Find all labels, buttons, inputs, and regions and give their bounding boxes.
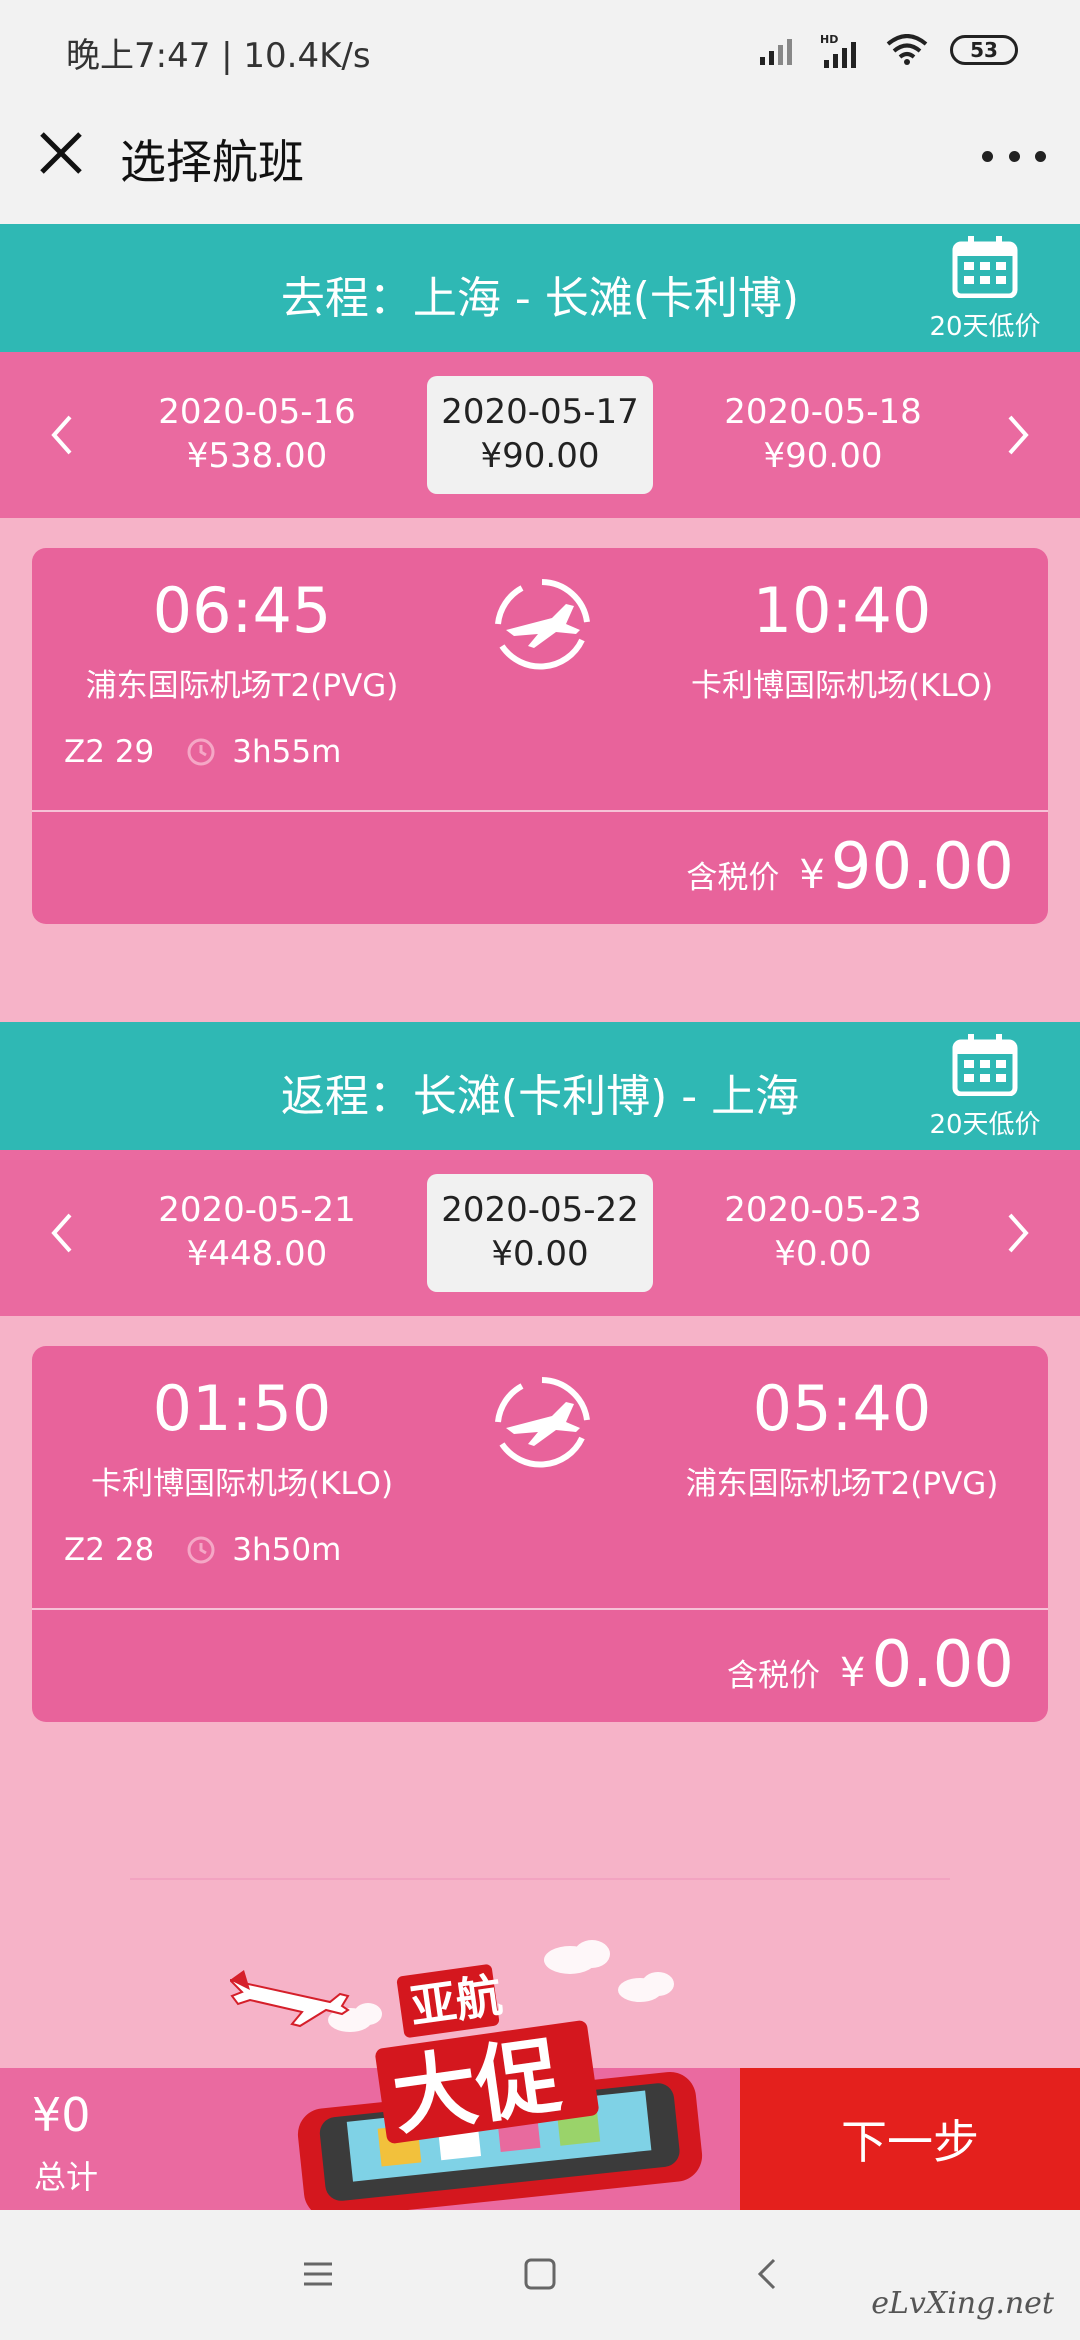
flight-meta: Z2 29 3h55m [64,734,341,770]
battery-level: 53 [970,38,998,62]
divider [32,810,1048,812]
status-time-speed: 晚上7:47 | 10.4K/s [66,36,371,76]
divider [130,1878,950,1880]
outbound-route-header: 去程：上海 - 长滩(卡利博) 20天低价 [0,224,1080,352]
price-label: 含税价 [727,1658,821,1694]
status-icons: HD 53 [758,26,1018,74]
next-step-button[interactable]: 下一步 [740,2068,1080,2210]
date-label: 2020-05-17 [441,392,639,432]
chevron-right-icon [1008,415,1029,455]
menu-icon[interactable] [298,2254,338,2294]
date-price: ¥90.00 [763,436,883,476]
watermark: eLvXing.net [871,2286,1054,2321]
calendar-icon [952,236,1018,299]
promo-banner[interactable]: 亚航 大促 [230,1930,750,2210]
airline-logo-icon [495,1377,590,1468]
divider [32,1608,1048,1610]
hd-label: HD [820,33,838,46]
depart-airport: 卡利博国际机场(KLO) [90,1466,394,1502]
depart-time: 06:45 [152,574,332,647]
home-icon[interactable] [520,2254,560,2294]
date-label: 2020-05-22 [441,1190,639,1230]
calendar-label: 20天低价 [929,312,1041,342]
arrive-airport: 浦东国际机场T2(PVG) [685,1466,999,1502]
status-bar: 晚上7:47 | 10.4K/s HD 53 [0,0,1080,100]
price-label: 含税价 [686,860,780,896]
flight-number: Z2 28 [64,1532,155,1568]
flight-duration: 3h55m [232,734,342,770]
clock-icon [187,1536,215,1564]
price-block: 含税价 ¥ 0.00 [727,1628,1014,1702]
date-label: 2020-05-21 [158,1190,356,1230]
date-label: 2020-05-23 [724,1190,922,1230]
return-date-strip: 2020-05-21 ¥448.00 2020-05-22 ¥0.00 2020… [0,1150,1080,1316]
chevron-right-icon [1008,1213,1029,1253]
return-route-header: 返程：长滩(卡利博) - 上海 20天低价 [0,1022,1080,1150]
date-option[interactable]: 2020-05-21 ¥448.00 [144,1174,370,1292]
date-price: ¥0.00 [491,1234,589,1274]
prev-date-button[interactable] [32,1198,92,1268]
signal-icon [760,39,792,65]
calendar-label: 20天低价 [929,1110,1041,1140]
date-option-selected[interactable]: 2020-05-22 ¥0.00 [427,1174,653,1292]
page-title: 选择航班 [120,135,304,189]
depart-time: 01:50 [152,1372,332,1445]
total-label: 总计 [34,2158,99,2196]
date-label: 2020-05-16 [158,392,356,432]
price-amount: 90.00 [830,830,1014,904]
calendar-icon [952,1034,1018,1097]
date-option[interactable]: 2020-05-18 ¥90.00 [710,376,936,494]
back-icon[interactable] [748,2254,788,2294]
price-amount: 0.00 [871,1628,1015,1702]
date-option[interactable]: 2020-05-23 ¥0.00 [710,1174,936,1292]
close-icon[interactable] [34,126,88,180]
date-option[interactable]: 2020-05-16 ¥538.00 [144,376,370,494]
chevron-left-icon [51,415,72,455]
return-flight-card[interactable]: 01:50 卡利博国际机场(KLO) 05:40 浦东国际机场T2(PVG) Z… [32,1346,1048,1722]
next-date-button[interactable] [988,400,1048,470]
outbound-route-title: 去程：上海 - 长滩(卡利博) [280,273,800,324]
date-label: 2020-05-18 [724,392,922,432]
outbound-date-strip: 2020-05-16 ¥538.00 2020-05-17 ¥90.00 202… [0,352,1080,518]
arrive-time: 05:40 [752,1372,932,1445]
outbound-low-price-calendar[interactable]: 20天低价 [920,236,1050,342]
arrive-airport: 卡利博国际机场(KLO) [690,668,994,704]
flight-duration: 3h50m [232,1532,342,1568]
arrive-time: 10:40 [752,574,932,647]
price-currency: ¥ [799,852,825,898]
prev-date-button[interactable] [32,400,92,470]
depart-airport: 浦东国际机场T2(PVG) [85,668,399,704]
more-options-icon[interactable] [982,136,1046,176]
system-nav-bar: eLvXing.net [0,2210,1080,2340]
battery-icon: 53 [950,35,1018,65]
total-amount: ¥0 [32,2088,91,2142]
signal-hd-icon: HD [820,33,856,68]
date-price: ¥448.00 [186,1234,328,1274]
outbound-flight-card[interactable]: 06:45 浦东国际机场T2(PVG) 10:40 卡利博国际机场(KLO) Z… [32,548,1048,924]
airline-logo-icon [495,579,590,670]
date-price: ¥538.00 [186,436,328,476]
return-low-price-calendar[interactable]: 20天低价 [920,1034,1050,1140]
flight-number: Z2 29 [64,734,155,770]
return-route-title: 返程：长滩(卡利博) - 上海 [280,1071,800,1122]
promo-text: 亚航 大促 [375,1964,599,2147]
wifi-icon [886,34,928,65]
date-price: ¥0.00 [774,1234,872,1274]
flight-meta: Z2 28 3h50m [64,1532,341,1568]
price-block: 含税价 ¥ 90.00 [686,830,1014,904]
chevron-left-icon [51,1213,72,1253]
date-option-selected[interactable]: 2020-05-17 ¥90.00 [427,376,653,494]
top-bar: 选择航班 [0,100,1080,224]
next-date-button[interactable] [988,1198,1048,1268]
price-currency: ¥ [840,1650,866,1696]
clock-icon [187,738,215,766]
date-price: ¥90.00 [480,436,600,476]
